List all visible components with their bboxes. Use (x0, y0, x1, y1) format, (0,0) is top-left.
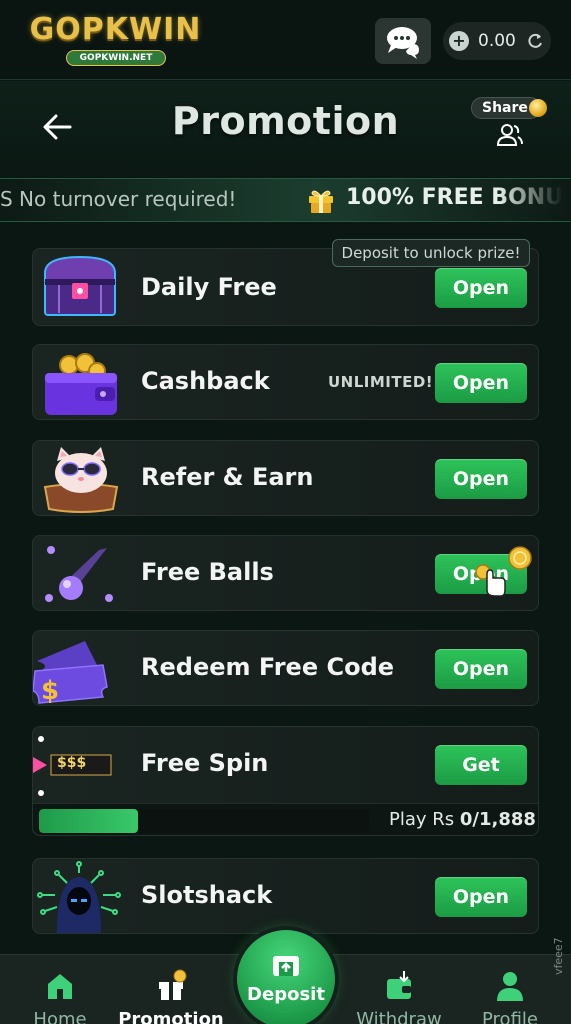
marquee-text-left: S No turnover required! (0, 187, 237, 211)
refresh-icon[interactable] (526, 32, 544, 50)
promo-label: Refer & Earn (141, 463, 314, 491)
deposit-icon (273, 956, 299, 976)
open-button[interactable]: Open (435, 459, 527, 499)
progress-fill (39, 809, 138, 833)
open-button[interactable]: Open (435, 649, 527, 689)
share-button[interactable]: Share (471, 97, 549, 147)
play-prefix: Play Rs (389, 809, 455, 830)
chat-bubbles-icon (387, 27, 419, 59)
withdraw-wallet-icon (387, 971, 411, 999)
spin-badge: $$$ (57, 755, 87, 771)
nav-home-label: Home (33, 1009, 87, 1024)
promo-label: Free Spin (141, 749, 269, 777)
promo-card-slotshack[interactable]: Slotshack Open (32, 858, 539, 934)
gift-icon (309, 190, 333, 213)
top-bar: GOPKWIN GOPKWIN.NET + 0.00 (0, 0, 571, 80)
nav-profile[interactable]: Profile (455, 969, 565, 1024)
promo-card-free-balls[interactable]: Free Balls Open (32, 535, 539, 611)
add-funds-icon[interactable]: + (449, 31, 469, 51)
nav-home[interactable]: Home (5, 969, 115, 1024)
open-button[interactable]: Open (435, 268, 527, 308)
play-requirement: Play Rs 0/1,888 (389, 809, 536, 830)
balance-widget[interactable]: + 0.00 (443, 22, 551, 60)
marquee-text-right: 100% FREE BONU (346, 185, 564, 210)
unlimited-badge: UNLIMITED! (328, 373, 434, 391)
play-progress-value: 0/1,888 (459, 809, 536, 830)
coin-icon (508, 546, 532, 570)
ticket-icon: $ (33, 641, 108, 705)
chat-button[interactable] (375, 18, 431, 64)
gift-box-icon (159, 969, 187, 1000)
treasure-chest-icon (44, 255, 116, 316)
deposit-label: Deposit (247, 984, 325, 1005)
watermark: vfeee7 (552, 937, 565, 975)
progress-track (39, 809, 369, 833)
open-button[interactable]: Open (435, 877, 527, 917)
promo-label: Cashback (141, 367, 270, 395)
nav-profile-label: Profile (482, 1009, 538, 1024)
promo-label: Daily Free (141, 273, 277, 301)
get-button[interactable]: Get (435, 745, 527, 785)
promo-label: Slotshack (141, 881, 273, 909)
wallet-coins-icon (45, 353, 117, 415)
svg-text:$: $ (41, 676, 59, 705)
page-header: Promotion Share (0, 81, 571, 176)
promo-card-free-spin[interactable]: $$$ Free Spin Get Play Rs 0/1,888 (32, 726, 539, 836)
deposit-button[interactable]: Deposit (237, 930, 335, 1024)
nav-promotion[interactable]: Promotion (116, 969, 226, 1024)
promo-card-refer-earn[interactable]: Refer & Earn Open (32, 440, 539, 516)
people-icon (496, 124, 523, 146)
nav-withdraw-label: Withdraw (356, 1009, 442, 1024)
profile-icon (497, 972, 523, 1001)
logo-subtext: GOPKWIN.NET (66, 50, 166, 66)
balance-amount: 0.00 (478, 31, 516, 51)
promo-marquee: S No turnover required! 100% FREE BONU (0, 178, 571, 222)
logo-text: GOPKWIN (29, 12, 202, 47)
wager-progress-row: Play Rs 0/1,888 (33, 803, 538, 835)
hand-cursor-icon (475, 564, 506, 597)
promo-card-redeem-code[interactable]: $ Redeem Free Code Open (32, 630, 539, 706)
promo-card-cashback[interactable]: Cashback UNLIMITED! Open (32, 344, 539, 420)
open-button[interactable]: Open (435, 363, 527, 403)
promo-label: Free Balls (141, 558, 274, 586)
coin-icon (529, 99, 547, 117)
gopkwin-logo[interactable]: GOPKWIN GOPKWIN.NET (28, 12, 203, 70)
hacker-icon (37, 861, 121, 933)
promo-label: Redeem Free Code (141, 653, 395, 681)
nav-promotion-label: Promotion (118, 1009, 224, 1024)
purple-ball-icon (45, 546, 113, 602)
nav-withdraw[interactable]: Withdraw (344, 969, 454, 1024)
home-icon (48, 974, 72, 999)
lucky-cat-icon (43, 447, 119, 513)
unlock-tooltip: Deposit to unlock prize! (332, 239, 530, 267)
